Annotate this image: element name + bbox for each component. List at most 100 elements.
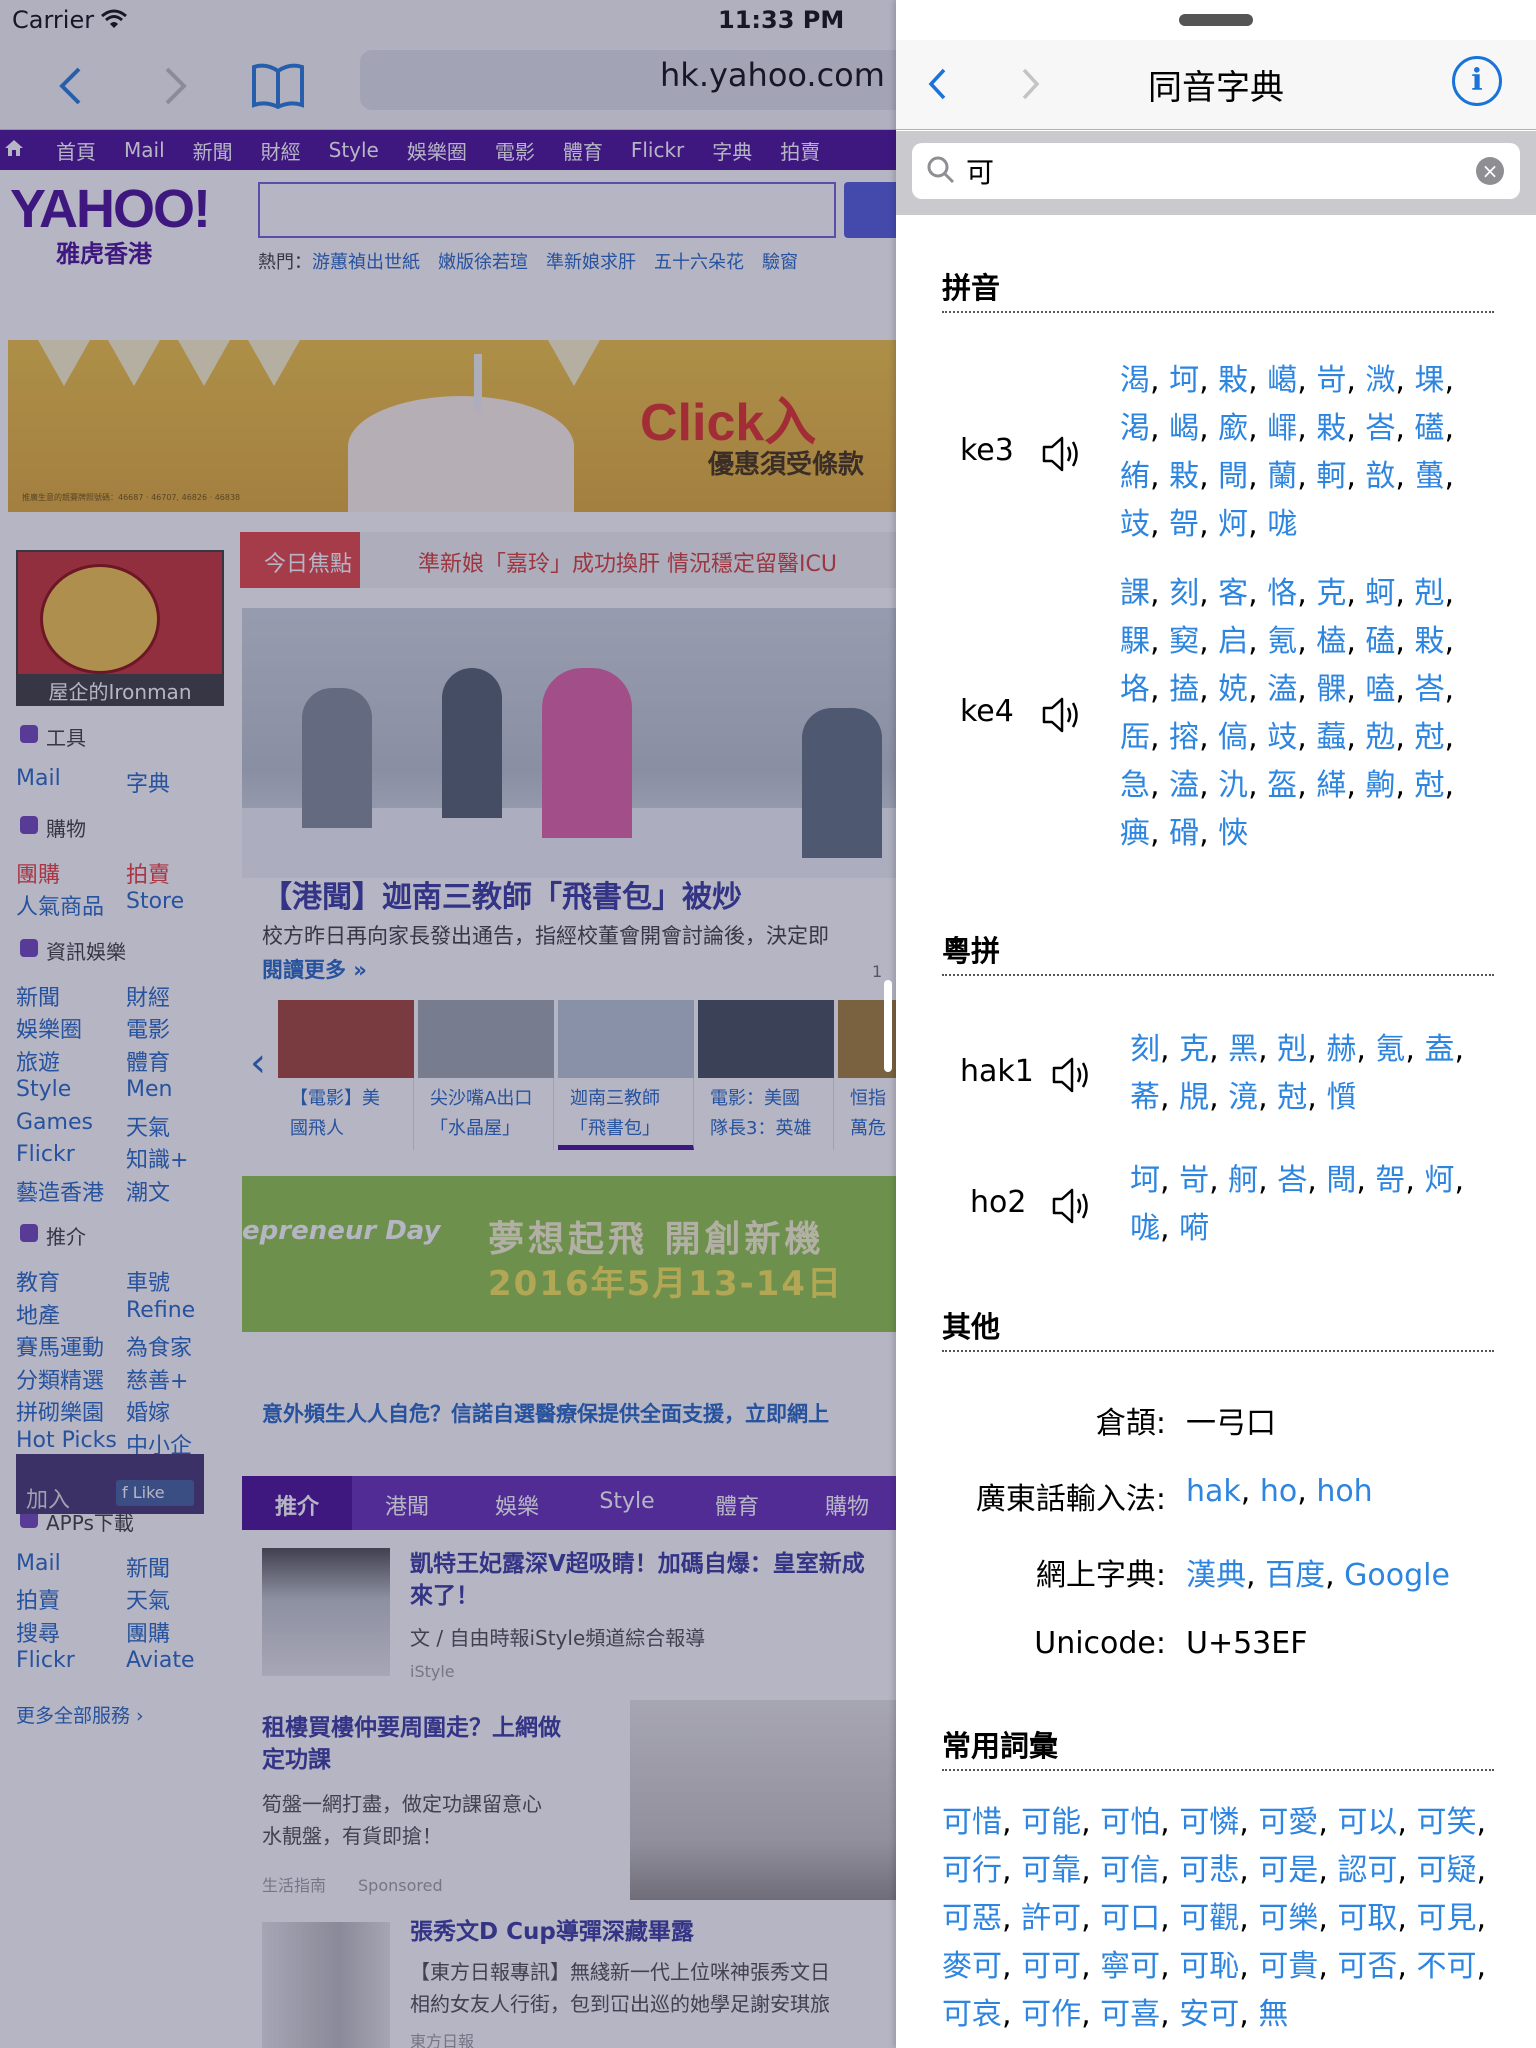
homophone-link[interactable]: 哤 xyxy=(1130,1211,1160,1246)
sidebar-link[interactable]: 旅遊 xyxy=(16,1045,126,1077)
homophone-link[interactable]: 黑 xyxy=(1228,1032,1258,1067)
vocab-link[interactable]: 可信 xyxy=(1100,1853,1160,1888)
yahoo-nav-item[interactable]: Flickr xyxy=(631,138,684,162)
news-tab[interactable]: 體育 xyxy=(682,1476,792,1530)
vocab-link[interactable]: 可哀 xyxy=(942,1997,1002,2032)
focus-bar[interactable]: 今日焦點 準新娘「嘉玲」成功換肝 情況穩定留醫ICU xyxy=(240,532,896,588)
homophone-link[interactable]: 磆 xyxy=(1169,816,1199,851)
yahoo-nav-item[interactable]: Mail xyxy=(124,138,165,162)
vocab-link[interactable]: 可笑 xyxy=(1416,1805,1476,1840)
homophone-link[interactable]: 尅 xyxy=(1414,720,1444,755)
sidebar-link[interactable]: 拍賣 xyxy=(16,1583,126,1615)
speaker-icon[interactable] xyxy=(1050,1054,1094,1100)
sidebar-link[interactable]: 電影 xyxy=(126,1012,236,1044)
vocab-link[interactable]: 可觀 xyxy=(1179,1901,1239,1936)
speaker-icon[interactable] xyxy=(1050,1185,1094,1231)
vocab-link[interactable]: 可憐 xyxy=(1179,1805,1239,1840)
kitchen-image[interactable] xyxy=(630,1700,896,1900)
hot-link[interactable]: 游蕙禎出世紙 xyxy=(312,252,420,273)
homophone-link[interactable]: 氿 xyxy=(1218,768,1248,803)
info-icon[interactable]: i xyxy=(1452,56,1502,106)
news-tab[interactable]: 娛樂 xyxy=(462,1476,572,1530)
story-title[interactable]: 張秀文D Cup導彈深藏畢露 xyxy=(410,1916,694,1948)
homophone-link[interactable]: 窫 xyxy=(1169,624,1199,659)
homophone-link[interactable]: 舸 xyxy=(1228,1163,1258,1198)
homophone-link[interactable]: 嵑 xyxy=(1169,411,1199,446)
homophone-link[interactable]: 克 xyxy=(1179,1032,1209,1067)
yahoo-nav-item[interactable]: Style xyxy=(329,138,379,162)
story-title[interactable]: 凱特王妃露深V超吸睛！加碼自爆：皇室新成 xyxy=(410,1548,865,1580)
homophone-link[interactable]: 閜 xyxy=(1218,459,1248,494)
sidebar-link[interactable]: Games xyxy=(16,1110,126,1142)
homophone-link[interactable]: 溘 xyxy=(1267,672,1297,707)
vocab-link[interactable]: 許可 xyxy=(1021,1901,1081,1936)
homophone-link[interactable]: 尅 xyxy=(1414,768,1444,803)
homophone-link[interactable]: 炣 xyxy=(1424,1163,1454,1198)
vocab-link[interactable]: 可靠 xyxy=(1021,1853,1081,1888)
homophone-link[interactable]: 岢 xyxy=(1316,363,1346,398)
vocab-link[interactable]: 可能 xyxy=(1021,1805,1081,1840)
homophone-link[interactable]: 峇 xyxy=(1277,1163,1307,1198)
homophone-link[interactable]: 敤 xyxy=(1414,624,1444,659)
sidebar-link[interactable]: 新聞 xyxy=(126,1551,236,1583)
homophone-link[interactable]: 軻 xyxy=(1316,459,1346,494)
user-avatar[interactable]: 屋企的Ironman xyxy=(16,550,224,706)
sidebar-link[interactable]: 地產 xyxy=(16,1298,126,1330)
homophone-link[interactable]: 哿 xyxy=(1169,507,1199,542)
clear-search-icon[interactable]: × xyxy=(1476,157,1504,185)
homophone-link[interactable]: 剋 xyxy=(1414,576,1444,611)
homophone-link[interactable]: 溘 xyxy=(1169,768,1199,803)
speaker-icon[interactable] xyxy=(1040,694,1084,740)
homophone-link[interactable]: 岢 xyxy=(1179,1163,1209,1198)
homophone-link[interactable]: 溦 xyxy=(1365,363,1395,398)
vocab-link[interactable]: 認可 xyxy=(1337,1853,1397,1888)
vocab-link[interactable]: 可愛 xyxy=(1258,1805,1318,1840)
homophone-link[interactable]: 渇 xyxy=(1120,411,1150,446)
homophone-link[interactable]: 緙 xyxy=(1316,768,1346,803)
sidebar-link[interactable]: 車號 xyxy=(126,1265,236,1297)
homophone-link[interactable]: 氪 xyxy=(1375,1032,1405,1067)
tdc-ad[interactable]: epreneur Day 夢想起飛 開創新機 2016年5月13-14日 xyxy=(242,1176,896,1332)
story-title[interactable]: 租樓買樓仲要周圍走？上網做 xyxy=(262,1712,561,1744)
homophone-link[interactable]: 坷 xyxy=(1169,363,1199,398)
vocab-link[interactable]: 不可 xyxy=(1416,1949,1476,1984)
yahoo-nav-item[interactable]: 字典 xyxy=(712,136,752,165)
yahoo-nav-item[interactable]: 首頁 xyxy=(4,136,96,165)
sidebar-link[interactable]: Men xyxy=(126,1077,236,1102)
homophone-link[interactable]: 齁 xyxy=(1365,768,1395,803)
info-value-link[interactable]: hoh xyxy=(1316,1474,1372,1509)
homophone-link[interactable]: 傐 xyxy=(1218,720,1248,755)
sidebar-link[interactable]: 娛樂圈 xyxy=(16,1012,126,1044)
homophone-link[interactable]: 騍 xyxy=(1120,624,1150,659)
homophone-link[interactable]: 嶵 xyxy=(1267,411,1297,446)
vocab-link[interactable]: 麥可 xyxy=(942,1949,1002,1984)
vocab-link[interactable]: 無 xyxy=(1258,1997,1288,2032)
homophone-link[interactable]: 蚵 xyxy=(1365,576,1395,611)
homophone-link[interactable]: 滰 xyxy=(1228,1080,1258,1115)
vocab-link[interactable]: 可是 xyxy=(1258,1853,1318,1888)
sidebar-link[interactable]: Flickr xyxy=(16,1142,126,1174)
homophone-link[interactable]: 悏 xyxy=(1218,816,1248,851)
homophone-link[interactable]: 剋 xyxy=(1277,1032,1307,1067)
homophone-link[interactable]: 嶱 xyxy=(1267,363,1297,398)
vocab-link[interactable]: 可可 xyxy=(1021,1949,1081,1984)
homophone-link[interactable]: 搈 xyxy=(1169,720,1199,755)
carousel-thumb[interactable]: 電影：美國 隊長3：英雄 xyxy=(698,1000,834,1150)
vocab-link[interactable]: 可怕 xyxy=(1100,1805,1160,1840)
news-tab[interactable]: 購物 xyxy=(792,1476,896,1530)
homophone-link[interactable]: 閜 xyxy=(1326,1163,1356,1198)
homophone-link[interactable]: 嗑 xyxy=(1365,672,1395,707)
homophone-link[interactable]: 盔 xyxy=(1267,768,1297,803)
homophone-link[interactable]: 蠆 xyxy=(1414,459,1444,494)
homophone-link[interactable]: 搕 xyxy=(1169,672,1199,707)
homophone-link[interactable]: 渴 xyxy=(1120,363,1150,398)
sidebar-link[interactable]: Mail xyxy=(16,1551,126,1583)
homophone-link[interactable]: 坷 xyxy=(1130,1163,1160,1198)
sidebar-link[interactable]: 知識+ xyxy=(126,1142,236,1174)
facebook-like-button[interactable]: f Like xyxy=(116,1480,194,1506)
sidebar-link[interactable]: Aviate xyxy=(126,1648,236,1673)
sidebar-link[interactable]: 財經 xyxy=(126,980,236,1012)
carousel-thumb[interactable]: 【電影】美 國飛人 xyxy=(278,1000,414,1150)
sidebar-link[interactable]: 人氣商品 xyxy=(16,889,126,921)
vocab-link[interactable]: 可喜 xyxy=(1100,1997,1160,2032)
